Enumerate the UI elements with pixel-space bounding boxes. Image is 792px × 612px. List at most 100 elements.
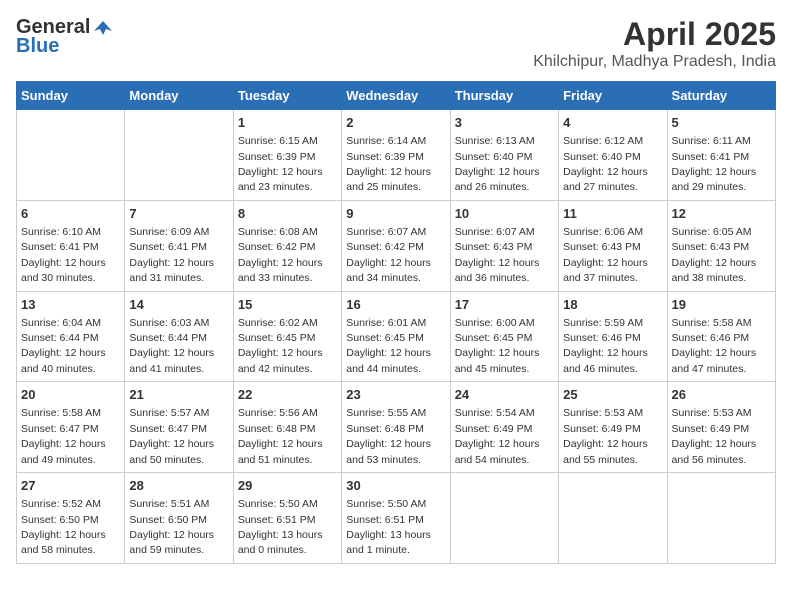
day-number: 3 — [455, 114, 554, 132]
sunset-text: Sunset: 6:49 PM — [455, 423, 533, 435]
sunrise-text: Sunrise: 5:55 AM — [346, 407, 426, 419]
sunrise-text: Sunrise: 5:53 AM — [563, 407, 643, 419]
daylight-text: Daylight: 12 hours and 41 minutes. — [129, 347, 214, 374]
daylight-text: Daylight: 12 hours and 54 minutes. — [455, 438, 540, 465]
daylight-text: Daylight: 12 hours and 47 minutes. — [672, 347, 757, 374]
sunset-text: Sunset: 6:41 PM — [21, 241, 99, 253]
day-number: 24 — [455, 386, 554, 404]
day-number: 19 — [672, 296, 771, 314]
daylight-text: Daylight: 12 hours and 51 minutes. — [238, 438, 323, 465]
sunrise-text: Sunrise: 6:06 AM — [563, 226, 643, 238]
header-day-thursday: Thursday — [450, 82, 558, 110]
sunset-text: Sunset: 6:44 PM — [129, 332, 207, 344]
page-subtitle: Khilchipur, Madhya Pradesh, India — [533, 53, 776, 71]
daylight-text: Daylight: 12 hours and 45 minutes. — [455, 347, 540, 374]
calendar-cell: 15 Sunrise: 6:02 AM Sunset: 6:45 PM Dayligh… — [233, 291, 341, 382]
day-number: 20 — [21, 386, 120, 404]
sunrise-text: Sunrise: 5:58 AM — [672, 317, 752, 329]
header-day-wednesday: Wednesday — [342, 82, 450, 110]
sunrise-text: Sunrise: 6:00 AM — [455, 317, 535, 329]
day-number: 6 — [21, 205, 120, 223]
sunrise-text: Sunrise: 6:13 AM — [455, 135, 535, 147]
sunset-text: Sunset: 6:40 PM — [563, 151, 641, 163]
calendar-cell — [667, 473, 775, 564]
sunrise-text: Sunrise: 6:03 AM — [129, 317, 209, 329]
sunrise-text: Sunrise: 6:02 AM — [238, 317, 318, 329]
day-number: 8 — [238, 205, 337, 223]
day-number: 27 — [21, 477, 120, 495]
day-number: 5 — [672, 114, 771, 132]
daylight-text: Daylight: 12 hours and 25 minutes. — [346, 166, 431, 193]
sunrise-text: Sunrise: 6:11 AM — [672, 135, 751, 147]
daylight-text: Daylight: 12 hours and 23 minutes. — [238, 166, 323, 193]
header-day-friday: Friday — [559, 82, 667, 110]
sunrise-text: Sunrise: 5:53 AM — [672, 407, 752, 419]
daylight-text: Daylight: 12 hours and 36 minutes. — [455, 257, 540, 284]
sunrise-text: Sunrise: 6:08 AM — [238, 226, 318, 238]
sunset-text: Sunset: 6:48 PM — [346, 423, 424, 435]
daylight-text: Daylight: 12 hours and 37 minutes. — [563, 257, 648, 284]
daylight-text: Daylight: 12 hours and 46 minutes. — [563, 347, 648, 374]
calendar-table: SundayMondayTuesdayWednesdayThursdayFrid… — [16, 81, 776, 564]
sunrise-text: Sunrise: 5:57 AM — [129, 407, 209, 419]
daylight-text: Daylight: 12 hours and 56 minutes. — [672, 438, 757, 465]
calendar-cell — [450, 473, 558, 564]
header: General Blue April 2025 Khilchipur, Madh… — [16, 16, 776, 71]
sunrise-text: Sunrise: 5:58 AM — [21, 407, 101, 419]
sunset-text: Sunset: 6:39 PM — [346, 151, 424, 163]
calendar-cell — [125, 110, 233, 201]
daylight-text: Daylight: 12 hours and 59 minutes. — [129, 529, 214, 556]
sunset-text: Sunset: 6:45 PM — [346, 332, 424, 344]
calendar-cell: 24Sunrise: 5:54 AMSunset: 6:49 PMDayligh… — [450, 382, 558, 473]
sunset-text: Sunset: 6:49 PM — [672, 423, 750, 435]
calendar-cell: 1Sunrise: 6:15 AMSunset: 6:39 PMDaylight… — [233, 110, 341, 201]
day-number: 9 — [346, 205, 445, 223]
daylight-text: Daylight: 12 hours and 29 minutes. — [672, 166, 757, 193]
day-number: 1 — [238, 114, 337, 132]
day-number: 28 — [129, 477, 228, 495]
page-title: April 2025 — [533, 16, 776, 53]
daylight-text: Daylight: 12 hours and 44 minutes. — [346, 347, 431, 374]
day-number: 21 — [129, 386, 228, 404]
sunrise-text: Sunrise: 6:09 AM — [129, 226, 209, 238]
sunrise-text: Sunrise: 6:12 AM — [563, 135, 643, 147]
calendar-cell: 9Sunrise: 6:07 AMSunset: 6:42 PMDaylight… — [342, 200, 450, 291]
calendar-cell: 18Sunrise: 5:59 AMSunset: 6:46 PMDayligh… — [559, 291, 667, 382]
calendar-cell — [559, 473, 667, 564]
day-number: 11 — [563, 205, 662, 223]
header-day-monday: Monday — [125, 82, 233, 110]
calendar-week-row: 1Sunrise: 6:15 AMSunset: 6:39 PMDaylight… — [17, 110, 776, 201]
calendar-cell: 21Sunrise: 5:57 AMSunset: 6:47 PMDayligh… — [125, 382, 233, 473]
daylight-text: Daylight: 12 hours and 30 minutes. — [21, 257, 106, 284]
sunset-text: Sunset: 6:40 PM — [455, 151, 533, 163]
daylight-text: Daylight: 12 hours and 58 minutes. — [21, 529, 106, 556]
day-number: 15 — [238, 296, 337, 314]
sunrise-text: Sunrise: 6:07 AM — [346, 226, 426, 238]
sunset-text: Sunset: 6:41 PM — [672, 151, 750, 163]
sunset-text: Sunset: 6:46 PM — [563, 332, 641, 344]
sunset-text: Sunset: 6:45 PM — [238, 332, 316, 344]
daylight-text: Daylight: 12 hours and 34 minutes. — [346, 257, 431, 284]
logo: General Blue — [16, 16, 114, 58]
day-number: 29 — [238, 477, 337, 495]
day-number: 18 — [563, 296, 662, 314]
sunrise-text: Sunrise: 6:10 AM — [21, 226, 101, 238]
calendar-cell: 4Sunrise: 6:12 AMSunset: 6:40 PMDaylight… — [559, 110, 667, 201]
calendar-cell: 17Sunrise: 6:00 AMSunset: 6:45 PMDayligh… — [450, 291, 558, 382]
sunrise-text: Sunrise: 6:04 AM — [21, 317, 101, 329]
header-day-saturday: Saturday — [667, 82, 775, 110]
day-number: 4 — [563, 114, 662, 132]
sunrise-text: Sunrise: 5:51 AM — [129, 498, 209, 510]
sunset-text: Sunset: 6:46 PM — [672, 332, 750, 344]
daylight-text: Daylight: 12 hours and 38 minutes. — [672, 257, 757, 284]
calendar-cell: 16Sunrise: 6:01 AMSunset: 6:45 PMDayligh… — [342, 291, 450, 382]
daylight-text: Daylight: 13 hours and 1 minute. — [346, 529, 431, 556]
daylight-text: Daylight: 13 hours and 0 minutes. — [238, 529, 323, 556]
calendar-cell: 19 Sunrise: 5:58 AM Sunset: 6:46 PM Dayligh… — [667, 291, 775, 382]
day-number: 10 — [455, 205, 554, 223]
daylight-text: Daylight: 12 hours and 42 minutes. — [238, 347, 323, 374]
day-number: 7 — [129, 205, 228, 223]
calendar-week-row: 13Sunrise: 6:04 AMSunset: 6:44 PMDayligh… — [17, 291, 776, 382]
logo-blue-text: Blue — [16, 35, 59, 58]
daylight-text: Daylight: 12 hours and 33 minutes. — [238, 257, 323, 284]
